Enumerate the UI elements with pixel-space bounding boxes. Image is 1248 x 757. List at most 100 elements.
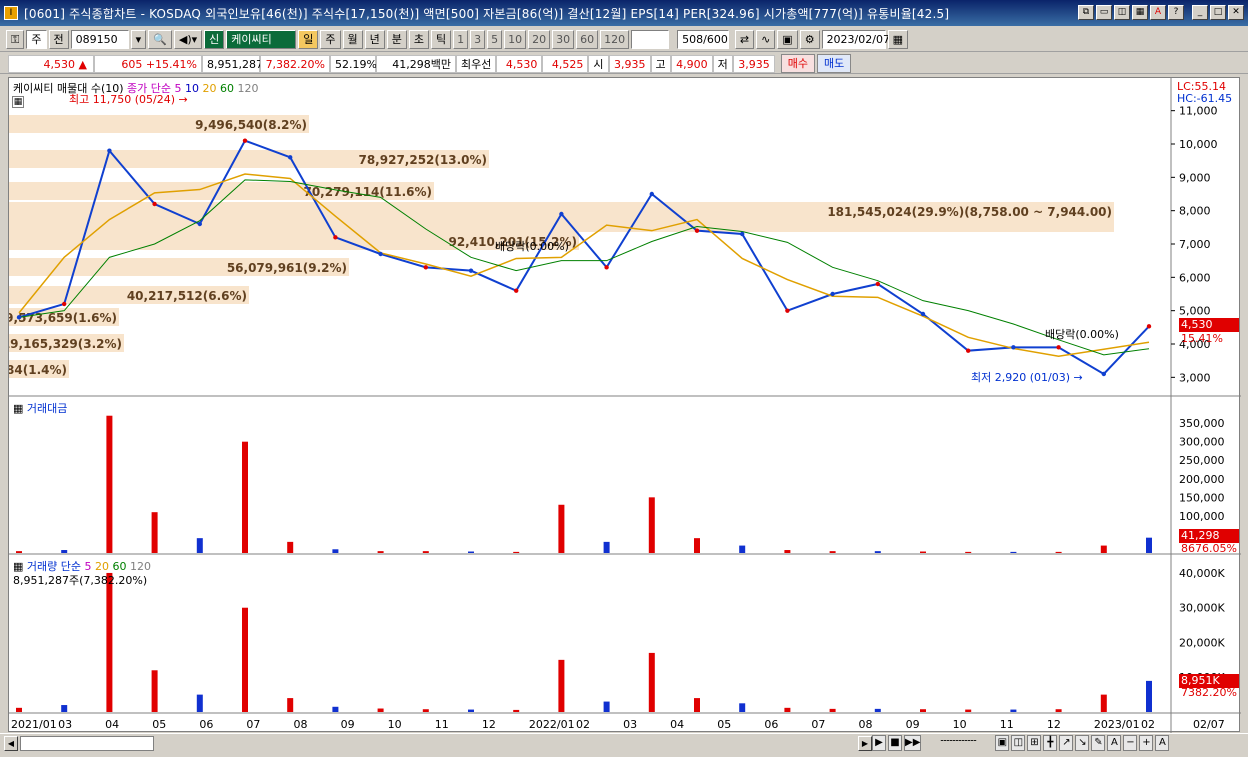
stock-code-input[interactable]: 089150 <box>70 30 129 49</box>
zoom-in-icon[interactable]: + <box>1139 735 1154 751</box>
search-icon[interactable]: 🔍 <box>148 30 172 49</box>
interval-120[interactable]: 120 <box>600 30 630 49</box>
volume-axis-label: 20,000K <box>1179 636 1225 649</box>
grid-icon[interactable]: ▦ <box>1132 5 1148 20</box>
minimize-tray-icon[interactable]: ▭ <box>1096 5 1112 20</box>
compare-icon[interactable]: ⇄ <box>734 30 755 49</box>
period-week[interactable]: 주 <box>320 30 341 49</box>
amount-bar <box>422 551 429 553</box>
volume-bar <box>468 709 474 712</box>
scroll-thumb[interactable] <box>20 736 154 751</box>
period-month[interactable]: 월 <box>342 30 363 49</box>
zoom-slider[interactable]: ╌╌╌╌╌╌ <box>923 735 993 751</box>
trade-amount: 41,298백만 <box>376 54 456 73</box>
date-input[interactable]: 2023/02/07 <box>821 30 890 49</box>
calendar-icon[interactable]: ▦ <box>887 30 908 49</box>
volume-profile-label: 19,165,329(3.2%) <box>9 337 122 351</box>
hc-value: HC:-61.45 <box>1177 92 1233 105</box>
table-icon[interactable]: ▦ <box>12 96 24 108</box>
stop-icon[interactable]: ■ <box>888 735 902 751</box>
amount-bar <box>242 441 248 553</box>
settings-icon[interactable]: ⚙ <box>799 30 820 49</box>
restore-layout-icon[interactable]: ◫ <box>1114 5 1130 20</box>
turnover: 52.19% <box>330 54 377 73</box>
chart-canvas: 9,496,540(8.2%)78,927,252(13.0%)70,279,1… <box>9 78 1241 733</box>
x-axis-label: 2021/01 <box>11 718 57 731</box>
amount-bar <box>196 538 203 553</box>
font-icon[interactable]: A <box>1150 5 1166 20</box>
text-tool-icon[interactable]: A <box>1107 735 1122 751</box>
volume-bar <box>422 709 429 712</box>
buy-button[interactable]: 매수 <box>780 54 815 73</box>
low-note: 최저 2,920 (01/03) → <box>971 371 1083 384</box>
period-tick[interactable]: 틱 <box>431 30 452 49</box>
help-icon[interactable]: ? <box>1168 5 1184 20</box>
bar-style-icon[interactable]: ⊞ <box>1027 735 1042 751</box>
price-tag: 4,530 <box>1179 318 1239 332</box>
tile-icon[interactable]: ▣ <box>995 735 1010 751</box>
dividend-note-2022: 배당락(0.00%) <box>495 240 569 253</box>
volume-axis-label: 30,000K <box>1179 602 1225 615</box>
amount-bar <box>332 549 339 553</box>
count-input[interactable]: 508/600 <box>677 30 729 49</box>
market-type-select[interactable]: 주 <box>26 30 47 49</box>
volume-bar <box>287 698 294 712</box>
maximize-button[interactable]: □ <box>1210 5 1226 20</box>
price-point <box>559 211 564 217</box>
code-dropdown-icon[interactable]: ▾ <box>130 30 147 49</box>
amount-axis-label: 100,000 <box>1179 510 1225 523</box>
sell-button[interactable]: 매도 <box>817 54 852 73</box>
play-icon[interactable]: ▶ <box>872 735 886 751</box>
interval-60[interactable]: 60 <box>576 30 599 49</box>
interval-20[interactable]: 20 <box>528 30 551 49</box>
crosshair-icon[interactable]: ╋ <box>1043 735 1058 751</box>
interval-custom-input[interactable] <box>631 30 670 49</box>
volume: 8,951,287 <box>202 54 263 73</box>
period-year[interactable]: 년 <box>364 30 385 49</box>
interval-10[interactable]: 10 <box>504 30 527 49</box>
amount-bar <box>377 551 384 553</box>
x-axis-label: 06 <box>199 718 213 731</box>
x-axis-label: 04 <box>670 718 684 731</box>
volume-bar <box>61 705 68 712</box>
save-icon[interactable]: ▣ <box>777 30 798 49</box>
chart-scrollbar[interactable]: ◀ ▶ ▶ ■ ▶▶ ╌╌╌╌╌╌ ▣ ◫ ⊞ ╋ ↗ ↘ ✎ A − + A <box>0 733 1248 753</box>
arrow-tool-icon[interactable]: ↘ <box>1075 735 1090 751</box>
split-icon[interactable]: ◫ <box>1011 735 1026 751</box>
amount-bar <box>16 551 22 553</box>
prev-button[interactable]: 전 <box>48 30 69 49</box>
interval-1[interactable]: 1 <box>453 30 469 49</box>
link-icon[interactable]: ⧉ <box>1078 5 1094 20</box>
speaker-icon[interactable]: ◀)▾ <box>173 30 203 49</box>
indicator-icon[interactable]: ∿ <box>756 30 776 49</box>
volume-bar <box>1055 709 1062 712</box>
chart-area[interactable]: 9,496,540(8.2%) 78,927,252(13.0%) 70,279,1… <box>8 77 1241 733</box>
amount-axis-label: 350,000 <box>1179 417 1225 430</box>
period-minute[interactable]: 분 <box>386 30 407 49</box>
draw-tool-icon[interactable]: ✎ <box>1091 735 1106 751</box>
close-button[interactable]: ✕ <box>1228 5 1244 20</box>
price-point <box>649 191 654 197</box>
interval-5[interactable]: 5 <box>487 30 503 49</box>
x-axis-label: 08 <box>859 718 873 731</box>
price-axis-label: 6,000 <box>1179 271 1211 284</box>
price-point <box>288 155 293 160</box>
zoom-out-icon[interactable]: − <box>1123 735 1138 751</box>
price-point <box>16 315 22 320</box>
interval-3[interactable]: 3 <box>470 30 486 49</box>
price-point <box>333 235 338 240</box>
scroll-right-icon[interactable]: ▶ <box>858 736 872 751</box>
period-day[interactable]: 일 <box>298 30 319 49</box>
lock-icon[interactable]: ⚿ <box>6 30 25 49</box>
interval-30[interactable]: 30 <box>552 30 575 49</box>
period-second[interactable]: 초 <box>408 30 430 49</box>
fast-forward-icon[interactable]: ▶▶ <box>904 735 922 751</box>
amount-bar <box>1146 537 1152 553</box>
font-size-icon[interactable]: A <box>1155 735 1170 751</box>
volume-bar <box>1010 709 1017 712</box>
scroll-left-icon[interactable]: ◀ <box>4 736 18 751</box>
open-price: 3,935 <box>608 54 651 73</box>
amount-bar <box>1010 551 1017 553</box>
line-tool-icon[interactable]: ↗ <box>1059 735 1074 751</box>
minimize-button[interactable]: _ <box>1192 5 1208 20</box>
